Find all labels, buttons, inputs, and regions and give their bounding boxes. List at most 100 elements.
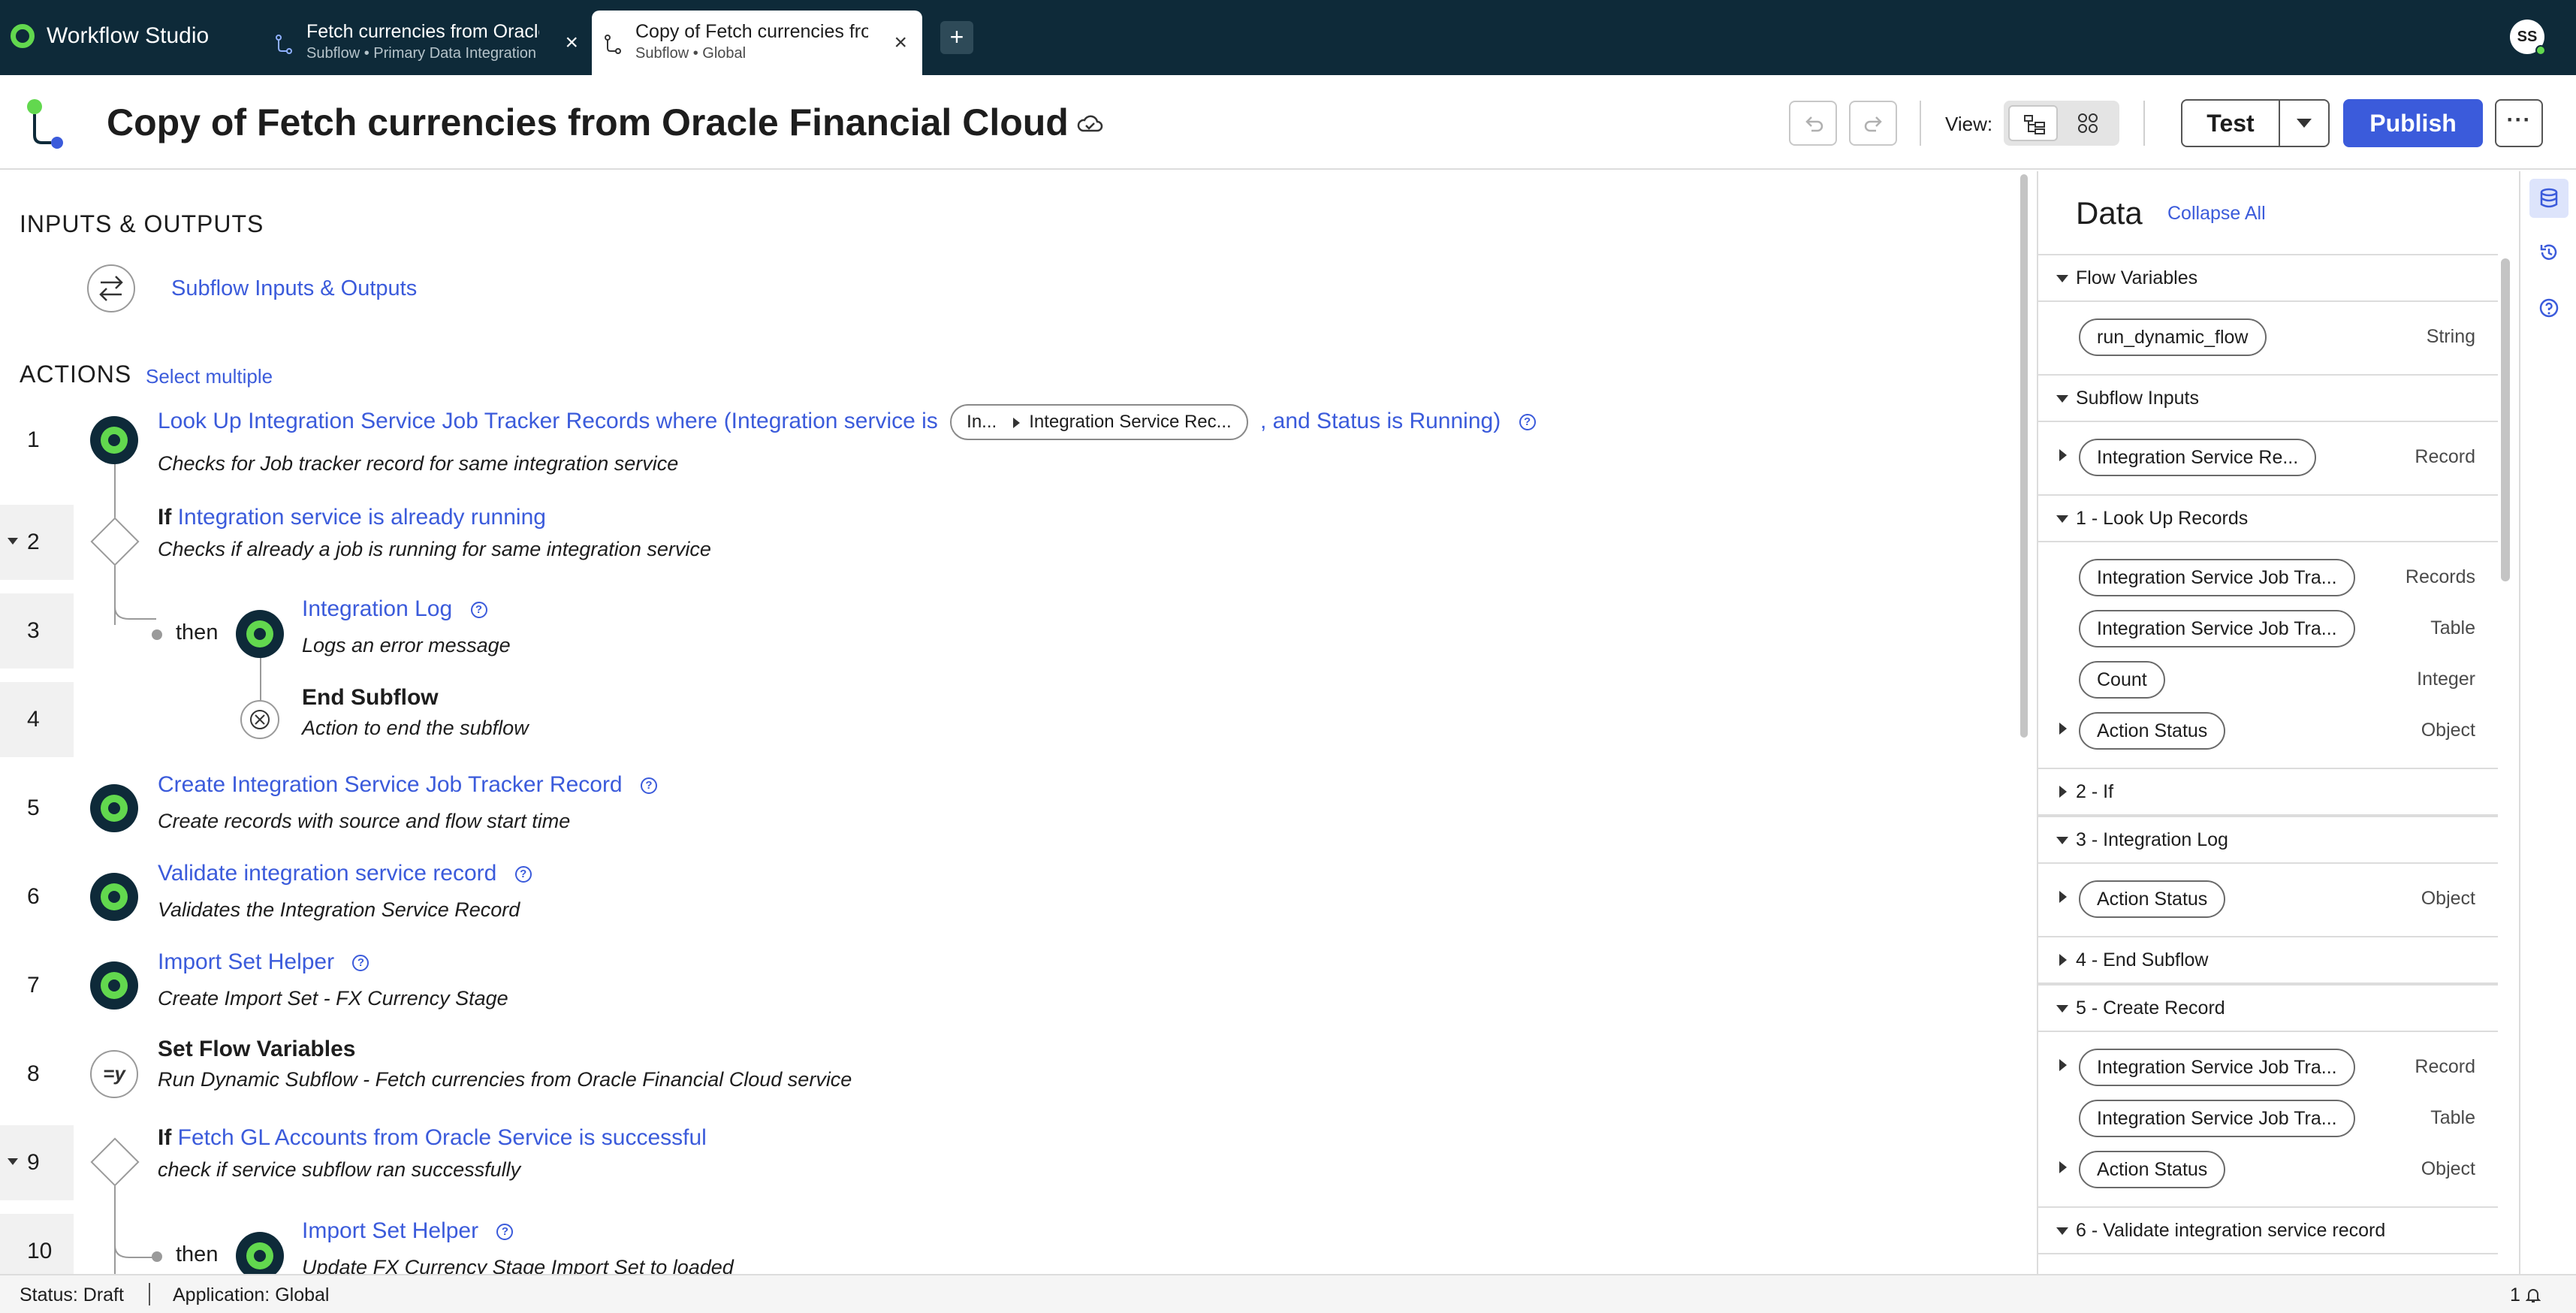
step-title-link[interactable]: Integration Log <box>302 596 452 621</box>
data-group-header[interactable]: 6 - Validate integration service record <box>2038 1206 2498 1254</box>
expand-caret-icon[interactable] <box>2059 891 2067 903</box>
step-title[interactable]: Create Integration Service Job Tracker R… <box>158 772 657 798</box>
notifications-indicator[interactable]: 1 <box>2510 1284 2541 1306</box>
step-number: 1 <box>27 427 40 452</box>
data-pill[interactable]: In... Integration Service Rec... <box>950 404 1248 440</box>
step-title[interactable]: Integration Log ? <box>302 596 487 622</box>
expand-caret-icon[interactable] <box>2059 1161 2067 1173</box>
step-description: Update FX Currency Stage Import Set to l… <box>302 1256 734 1275</box>
flow-logic-row[interactable]: 4 End Subflow Action to end the subflow <box>0 682 2013 771</box>
select-multiple-link[interactable]: Select multiple <box>146 365 273 388</box>
data-pill[interactable]: Integration Service Job Tra... <box>2079 559 2355 596</box>
more-actions-button[interactable]: ··· <box>2495 99 2543 147</box>
data-pill[interactable]: Integration Service Re... <box>2079 439 2317 476</box>
step-title-link[interactable]: Validate integration service record <box>158 861 496 886</box>
step-title[interactable]: Set Flow Variables <box>158 1037 355 1062</box>
data-type-label: Table <box>2430 1107 2475 1128</box>
add-tab-button[interactable]: + <box>940 21 973 54</box>
data-group-header[interactable]: 2 - If <box>2038 768 2498 816</box>
data-group-header[interactable]: 5 - Create Record <box>2038 984 2498 1032</box>
step-title[interactable]: Import Set Helper ? <box>158 949 370 975</box>
execution-history-button[interactable] <box>2529 233 2568 272</box>
right-icon-strip <box>2519 171 2576 1274</box>
data-type-label: Object <box>2421 1158 2475 1179</box>
canvas-scrollbar[interactable] <box>2020 174 2028 738</box>
tree-view-button[interactable] <box>2008 105 2058 141</box>
tab-title: Copy of Fetch currencies from Oracle Fin… <box>635 21 868 42</box>
step-title[interactable]: Look Up Integration Service Job Tracker … <box>158 404 1536 440</box>
action-row[interactable]: 6 Validate integration service record ? … <box>0 859 2013 948</box>
data-panel-button[interactable] <box>2529 179 2568 218</box>
brand[interactable]: Workflow Studio <box>11 20 209 53</box>
help-icon[interactable]: ? <box>352 955 370 972</box>
help-icon[interactable]: ? <box>496 1224 514 1241</box>
collapse-all-link[interactable]: Collapse All <box>2167 203 2266 225</box>
step-title-link[interactable]: Import Set Helper <box>302 1218 478 1243</box>
tab-fetch-currencies[interactable]: Fetch currencies from Oracle Financial C… <box>263 11 593 75</box>
step-title-link[interactable]: Import Set Helper <box>158 949 334 974</box>
data-pill[interactable]: Integration Service Job Tra... <box>2079 1049 2355 1086</box>
step-title[interactable]: If Integration service is already runnin… <box>158 505 546 530</box>
data-pill[interactable]: Integration Service Job Tra... <box>2079 610 2355 647</box>
flow-logic-row[interactable]: 9 If Fetch GL Accounts from Oracle Servi… <box>0 1125 2013 1214</box>
test-button[interactable]: Test <box>2181 99 2280 147</box>
step-description: Action to end the subflow <box>302 717 529 739</box>
data-group-header[interactable]: 1 - Look Up Records <box>2038 494 2498 542</box>
step-title-link[interactable]: , and Status is Running) <box>1260 409 1501 433</box>
step-title-link[interactable]: Fetch GL Accounts from Oracle Service is… <box>178 1125 707 1150</box>
then-label: then <box>176 1242 219 1266</box>
action-row[interactable]: 7 Import Set Helper ? Create Import Set … <box>0 948 2013 1037</box>
step-title[interactable]: Validate integration service record ? <box>158 861 532 886</box>
publish-button[interactable]: Publish <box>2343 99 2483 147</box>
collapse-caret-icon[interactable] <box>8 538 18 545</box>
data-pill[interactable]: Count <box>2079 661 2165 699</box>
help-icon[interactable]: ? <box>1519 414 1536 430</box>
step-title[interactable]: If Fetch GL Accounts from Oracle Service… <box>158 1125 707 1151</box>
action-row[interactable]: 3 then Integration Log ? Logs an error m… <box>0 593 2013 682</box>
step-title-link[interactable]: Integration service is already running <box>178 505 546 530</box>
step-description: Create records with source and flow star… <box>158 810 571 832</box>
help-button[interactable] <box>2529 288 2568 327</box>
action-row[interactable]: 10 then Import Set Helper ? Update FX Cu… <box>0 1214 2013 1275</box>
data-group-header[interactable]: 4 - End Subflow <box>2038 936 2498 984</box>
data-group-header[interactable]: 3 - Integration Log <box>2038 816 2498 864</box>
step-title-link[interactable]: Create Integration Service Job Tracker R… <box>158 772 623 797</box>
data-group-header[interactable]: Flow Variables <box>2038 254 2498 302</box>
help-icon[interactable]: ? <box>470 602 487 619</box>
expand-caret-icon[interactable] <box>2059 1059 2067 1071</box>
flow-logic-row[interactable]: 8 =y Set Flow Variables Run Dynamic Subf… <box>0 1037 2013 1125</box>
caret-right-icon <box>2059 954 2067 966</box>
expand-caret-icon[interactable] <box>2059 449 2067 461</box>
data-pill[interactable]: Integration Service Job Tra... <box>2079 1100 2355 1137</box>
data-pill[interactable]: Action Status <box>2079 1151 2226 1188</box>
step-title-link[interactable]: Look Up Integration Service Job Tracker … <box>158 409 938 433</box>
data-panel-scrollbar[interactable] <box>2501 258 2510 581</box>
data-type-label: String <box>2426 326 2475 347</box>
expand-caret-icon[interactable] <box>2059 723 2067 735</box>
help-icon[interactable]: ? <box>640 777 657 795</box>
step-title[interactable]: Import Set Helper ? <box>302 1218 514 1244</box>
data-pill[interactable]: Action Status <box>2079 712 2226 750</box>
close-icon[interactable]: × <box>894 32 907 54</box>
action-row[interactable]: 5 Create Integration Service Job Tracker… <box>0 771 2013 859</box>
swap-arrows-icon[interactable] <box>87 264 135 312</box>
avatar[interactable]: SS <box>2510 20 2546 56</box>
if-branch-icon <box>90 1137 140 1187</box>
data-group-header[interactable]: Subflow Inputs <box>2038 374 2498 422</box>
tab-copy-fetch-currencies[interactable]: Copy of Fetch currencies from Oracle Fin… <box>592 11 922 75</box>
subflow-inputs-outputs-link[interactable]: Subflow Inputs & Outputs <box>171 276 417 301</box>
diagram-view-button[interactable] <box>2064 105 2113 141</box>
help-icon[interactable]: ? <box>514 866 532 883</box>
close-icon[interactable]: × <box>565 32 578 54</box>
redo-button[interactable] <box>1849 101 1897 146</box>
data-pill[interactable]: Action Status <box>2079 880 2226 918</box>
data-item-row: run_dynamic_flow String <box>2038 311 2498 362</box>
notification-count: 1 <box>2510 1284 2520 1305</box>
step-title[interactable]: End Subflow <box>302 685 439 711</box>
data-pill[interactable]: run_dynamic_flow <box>2079 318 2267 356</box>
test-dropdown-button[interactable] <box>2280 99 2330 147</box>
collapse-caret-icon[interactable] <box>8 1158 18 1165</box>
undo-button[interactable] <box>1789 101 1837 146</box>
flow-logic-row[interactable]: 2 If Integration service is already runn… <box>0 505 2013 593</box>
action-row[interactable]: 1 Look Up Integration Service Job Tracke… <box>0 403 2013 491</box>
